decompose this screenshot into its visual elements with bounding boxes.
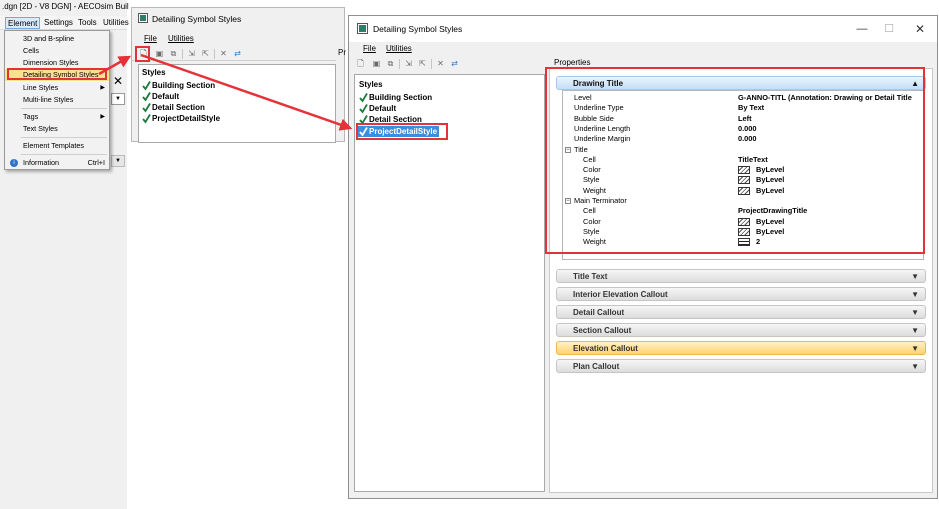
menu-item-line-styles[interactable]: Line Styles ▶ <box>5 82 109 94</box>
maximize-button[interactable]: ☐ <box>874 20 904 38</box>
section-plan-callout[interactable]: Plan Callout ▼ <box>556 359 926 373</box>
copy-icon[interactable]: ⧉ <box>385 58 396 69</box>
styles-list: Styles Building Section Default Detail S… <box>138 64 336 143</box>
style-item-default[interactable]: Default <box>358 103 396 114</box>
menu-item-text-styles[interactable]: Text Styles <box>5 123 109 135</box>
check-icon <box>359 104 368 114</box>
menu-file[interactable]: File <box>363 44 376 53</box>
chevron-down-icon[interactable]: ▼ <box>111 155 125 167</box>
properties-label: Properties <box>554 58 591 67</box>
toolbar-separator <box>182 49 183 59</box>
check-icon <box>142 81 151 91</box>
style-item-building-section[interactable]: Building Section <box>358 92 432 103</box>
highlight-box <box>7 68 107 80</box>
chevron-down-icon[interactable]: ▼ <box>111 93 125 105</box>
element-menu: 3D and B-spline Cells Dimension Styles D… <box>4 30 110 170</box>
highlight-box <box>356 123 448 140</box>
toolbar-separator <box>431 59 432 69</box>
import-icon[interactable]: ⇲ <box>403 58 414 69</box>
section-detail-callout[interactable]: Detail Callout ▼ <box>556 305 926 319</box>
accelerator-label: Ctrl+I <box>87 158 105 167</box>
submenu-arrow-icon: ▶ <box>100 114 105 120</box>
import-icon[interactable]: ⇲ <box>186 48 197 59</box>
new-style-icon[interactable]: 🗋 <box>355 58 366 69</box>
copy-icon[interactable]: ⧉ <box>168 48 179 59</box>
check-icon <box>359 93 368 103</box>
toolbar: 🗋 ▣ ⧉ ⇲ ⇱ ✕ ⇄ <box>355 58 543 71</box>
dialog-title: Detailing Symbol Styles <box>152 14 242 24</box>
menu-tools[interactable]: Tools <box>76 17 99 29</box>
style-item-building-section[interactable]: Building Section <box>141 80 215 91</box>
section-section-callout[interactable]: Section Callout ▼ <box>556 323 926 337</box>
styles-header: Styles <box>359 80 383 89</box>
title-bar: Detailing Symbol Styles — ☐ ✕ <box>349 16 937 42</box>
menu-item-information[interactable]: i Information Ctrl+I <box>5 157 109 169</box>
save-icon[interactable]: ▣ <box>154 48 165 59</box>
menu-utilities[interactable]: Utilities <box>386 44 412 53</box>
menu-utilities[interactable]: Utilities <box>101 17 131 29</box>
menu-separator <box>21 137 107 138</box>
section-elevation-callout[interactable]: Elevation Callout ▼ <box>556 341 926 355</box>
menu-item-tags[interactable]: Tags ▶ <box>5 111 109 123</box>
highlight-box <box>135 46 150 62</box>
menu-settings[interactable]: Settings <box>42 17 75 29</box>
highlight-box <box>545 67 925 254</box>
submenu-arrow-icon: ▶ <box>100 85 105 91</box>
menu-utilities[interactable]: Utilities <box>168 34 194 43</box>
sync-icon[interactable]: ⇄ <box>449 58 460 69</box>
check-icon <box>142 103 151 113</box>
menu-item-multiline-styles[interactable]: Multi-line Styles <box>5 94 109 106</box>
menu-item-3d-bspline[interactable]: 3D and B-spline <box>5 33 109 45</box>
styles-list: Styles Building Section Default Detail S… <box>354 74 545 492</box>
chevron-down-icon: ▼ <box>911 290 919 299</box>
chevron-down-icon: ▼ <box>911 308 919 317</box>
dialog-title: Detailing Symbol Styles <box>373 24 463 34</box>
section-interior-elevation-callout[interactable]: Interior Elevation Callout ▼ <box>556 287 926 301</box>
app-window: .dgn [2D - V8 DGN] - AECOsim Buil Elemen… <box>0 0 129 509</box>
menu-item-cells[interactable]: Cells <box>5 45 109 57</box>
close-icon[interactable]: ✕ <box>111 74 125 88</box>
info-icon: i <box>10 159 18 167</box>
check-icon <box>142 92 151 102</box>
style-item-detail-section[interactable]: Detail Section <box>141 102 205 113</box>
chevron-down-icon: ▼ <box>911 272 919 281</box>
delete-icon[interactable]: ✕ <box>218 48 229 59</box>
export-icon[interactable]: ⇱ <box>417 58 428 69</box>
toolbar: 🗋 ▣ ⧉ ⇲ ⇱ ✕ ⇄ <box>132 48 336 61</box>
close-button[interactable]: ✕ <box>905 20 935 38</box>
chevron-down-icon: ▼ <box>911 344 919 353</box>
app-title: .dgn [2D - V8 DGN] - AECOsim Buil <box>2 2 129 11</box>
toolbar-separator <box>399 59 400 69</box>
chevron-down-icon: ▼ <box>911 362 919 371</box>
small-detailing-dialog: Detailing Symbol Styles File Utilities 🗋… <box>131 7 346 143</box>
toolbar-separator <box>214 49 215 59</box>
dialog-app-icon <box>357 23 368 34</box>
style-item-default[interactable]: Default <box>141 91 179 102</box>
chevron-down-icon: ▼ <box>911 326 919 335</box>
style-item-project-detail-style[interactable]: ProjectDetailStyle <box>141 113 220 124</box>
menubar: Element Settings Tools Utilities <box>0 16 129 30</box>
menu-item-element-templates[interactable]: Element Templates <box>5 140 109 152</box>
dialog-app-icon <box>138 13 148 23</box>
properties-label: Pr <box>338 48 346 57</box>
sync-icon[interactable]: ⇄ <box>232 48 243 59</box>
menu-file[interactable]: File <box>144 34 157 43</box>
menu-separator <box>21 108 107 109</box>
styles-header: Styles <box>142 68 166 77</box>
delete-icon[interactable]: ✕ <box>435 58 446 69</box>
save-icon[interactable]: ▣ <box>371 58 382 69</box>
export-icon[interactable]: ⇱ <box>200 48 211 59</box>
menu-separator <box>21 154 107 155</box>
check-icon <box>142 114 151 124</box>
section-title-text[interactable]: Title Text ▼ <box>556 269 926 283</box>
minimize-button[interactable]: — <box>847 20 877 38</box>
menu-element[interactable]: Element <box>5 17 41 29</box>
